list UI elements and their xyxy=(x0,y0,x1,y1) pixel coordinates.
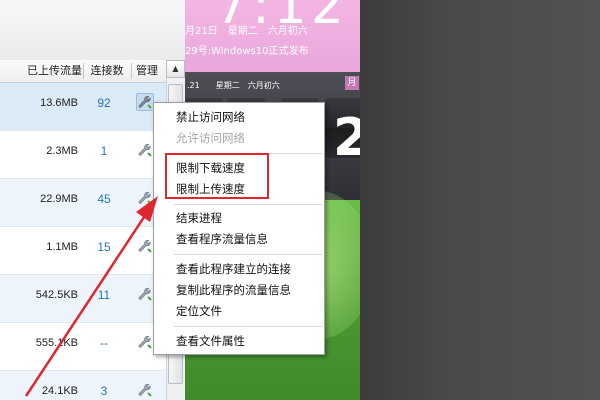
annotation-arrow-icon xyxy=(24,196,158,397)
